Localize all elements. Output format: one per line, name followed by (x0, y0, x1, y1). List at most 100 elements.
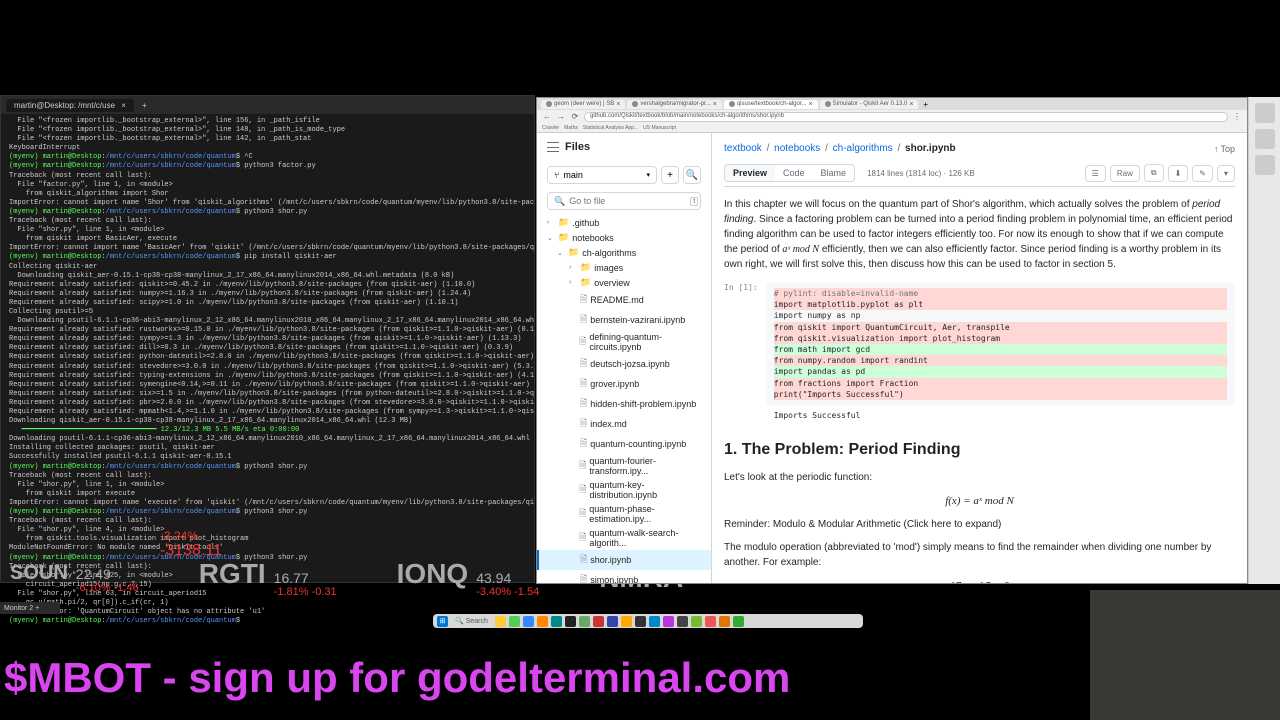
browser-tab[interactable]: Simulator - Qiskit Aer 0.13.0× (820, 100, 919, 109)
tree-item[interactable]: ›📁 images (537, 260, 711, 275)
tree-item[interactable]: 🗎 README.md (537, 290, 711, 310)
download-button[interactable]: ⬇ (1168, 165, 1189, 182)
terminal-tab[interactable]: martin@Desktop: /mnt/c/use × (6, 99, 134, 112)
taskbar-app[interactable] (607, 616, 618, 627)
tree-item[interactable]: 🗎 simon.ipynb (537, 570, 711, 583)
taskbar-app[interactable] (705, 616, 716, 627)
browser-tab[interactable]: qisuse/textbook/ch-algor...× (724, 100, 818, 109)
file-filter[interactable]: 🔍 t (547, 192, 701, 210)
tree-item[interactable]: 🗎 grover.ipynb (537, 374, 711, 394)
taskbar-app[interactable] (677, 616, 688, 627)
tree-item[interactable]: 🗎 quantum-fourier-transform.ipy... (537, 454, 711, 478)
tree-item[interactable]: 🗎 hidden-shift-problem.ipynb (537, 394, 711, 414)
new-tab-button[interactable]: + (137, 101, 152, 110)
close-icon[interactable]: × (616, 101, 620, 108)
taskbar-app[interactable] (523, 616, 534, 627)
breadcrumb-link[interactable]: textbook (724, 143, 762, 154)
math-mod: 17 mod 5 = 2 (724, 578, 1235, 583)
breadcrumb-link[interactable]: notebooks (774, 143, 820, 154)
monitor-label[interactable]: Monitor 2 + (0, 602, 60, 614)
taskbar-app[interactable] (565, 616, 576, 627)
tree-item[interactable]: ⌄📁 notebooks (537, 230, 711, 245)
taskbar-app[interactable] (551, 616, 562, 627)
start-button[interactable]: ⊞ (437, 616, 448, 627)
back-button[interactable]: ← (542, 112, 552, 122)
tree-item[interactable]: 🗎 shor.ipynb (537, 550, 711, 570)
tree-item[interactable]: 🗎 index.md (537, 414, 711, 434)
bookmarks-bar: Crawler Maths Statistical Analysis App... U… (537, 123, 1247, 133)
taskbar-app[interactable] (579, 616, 590, 627)
marquee-text: $MBOT - sign up for godelterminal.com (4, 654, 790, 702)
close-icon[interactable]: × (121, 101, 126, 110)
taskbar-app[interactable] (537, 616, 548, 627)
tree-item[interactable]: 🗎 deutsch-jozsa.ipynb (537, 354, 711, 374)
code-block: # pylint: disable=invalid-nameimport mat… (766, 282, 1235, 406)
taskbar-app[interactable] (495, 616, 506, 627)
file-meta: 1814 lines (1814 loc) · 126 KB (867, 169, 975, 178)
browser-tabstrip: geom (deer were) | SB×vershalgebra/migra… (537, 98, 1247, 110)
tab-code[interactable]: Code (775, 165, 813, 181)
tree-item[interactable]: ›📁 overview (537, 275, 711, 290)
taskbar-app[interactable] (509, 616, 520, 627)
search-button[interactable]: 🔍 (683, 166, 701, 184)
url-input[interactable]: github.com/Qiskit/textbook/blob/main/not… (584, 112, 1228, 122)
taskbar-app[interactable] (593, 616, 604, 627)
cell-prompt: In [1]: (724, 282, 758, 426)
filter-input[interactable] (569, 196, 686, 206)
forward-button[interactable]: → (556, 112, 566, 122)
tree-item[interactable]: 🗎 quantum-phase-estimation.ipy... (537, 502, 711, 526)
extensions-icon[interactable]: ⋮ (1232, 112, 1242, 122)
new-tab-button[interactable]: + (923, 100, 928, 109)
browser-tab[interactable]: vershalgebra/migrator-pr...× (627, 100, 721, 109)
terminal-window: martin@Desktop: /mnt/c/use × + File "<fr… (0, 95, 535, 583)
tab-blame[interactable]: Blame (813, 165, 855, 181)
edit-button[interactable]: ✎ (1192, 165, 1213, 182)
tab-preview[interactable]: Preview (725, 165, 775, 181)
sidebar-icon[interactable] (1255, 155, 1275, 175)
close-icon[interactable]: × (909, 101, 913, 108)
taskbar-app[interactable] (635, 616, 646, 627)
taskbar-app[interactable] (621, 616, 632, 627)
close-icon[interactable]: × (809, 101, 813, 108)
outline-button[interactable]: ☰ (1085, 165, 1106, 182)
close-icon[interactable]: × (713, 101, 717, 108)
sidebar-icon[interactable] (1255, 103, 1275, 123)
bookmark-item[interactable]: US Manuscript (643, 125, 676, 131)
branch-selector[interactable]: ⑂ main ▾ (547, 166, 657, 184)
files-label: Files (565, 141, 590, 153)
taskbar-app[interactable] (649, 616, 660, 627)
bookmark-item[interactable]: Maths (564, 125, 578, 131)
tree-item[interactable]: 🗎 quantum-key-distribution.ipynb (537, 478, 711, 502)
taskbar-app[interactable] (691, 616, 702, 627)
ticker-item: IONQ43.94-3.40% -1.54 (397, 558, 540, 598)
tree-item[interactable]: ⌄📁 ch-algorithms (537, 245, 711, 260)
more-button[interactable]: ▾ (1217, 165, 1235, 182)
terminal-titlebar[interactable]: martin@Desktop: /mnt/c/use × + (1, 96, 534, 114)
github-main[interactable]: textbook / notebooks / ch-algorithms / s… (712, 133, 1247, 583)
para-reminder[interactable]: Reminder: Modulo & Modular Arithmetic (C… (724, 517, 1235, 532)
chevron-down-icon: ▾ (646, 171, 650, 179)
hamburger-icon[interactable] (547, 142, 559, 152)
tree-item[interactable]: 🗎 defining-quantum-circuits.ipynb (537, 330, 711, 354)
taskbar-app[interactable] (663, 616, 674, 627)
browser-tab[interactable]: geom (deer were) | SB× (541, 100, 625, 109)
taskbar-search[interactable]: 🔍 Search (451, 617, 492, 625)
add-file-button[interactable]: + (661, 166, 679, 184)
bookmark-item[interactable]: Statistical Analysis App... (583, 125, 638, 131)
raw-button[interactable]: Raw (1110, 165, 1140, 182)
copy-button[interactable]: ⧉ (1144, 164, 1164, 182)
tree-item[interactable]: 🗎 bernstein-vazirani.ipynb (537, 310, 711, 330)
taskbar-app[interactable] (719, 616, 730, 627)
terminal-body[interactable]: File "<frozen importlib._bootstrap_exter… (1, 114, 534, 629)
tree-item[interactable]: ›📁 .github (537, 215, 711, 230)
tree-item[interactable]: 🗎 quantum-walk-search-algorith... (537, 526, 711, 550)
branch-row: ⑂ main ▾ + 🔍 (537, 161, 711, 189)
taskbar-app[interactable] (733, 616, 744, 627)
reload-button[interactable]: ⟳ (570, 112, 580, 122)
bookmark-item[interactable]: Crawler (542, 125, 559, 131)
breadcrumb-link[interactable]: ch-algorithms (833, 143, 893, 154)
math-fx: f(x) = aˣ mod N (724, 493, 1235, 510)
top-link[interactable]: ↑ Top (1214, 144, 1235, 154)
sidebar-icon[interactable] (1255, 129, 1275, 149)
tree-item[interactable]: 🗎 quantum-counting.ipynb (537, 434, 711, 454)
